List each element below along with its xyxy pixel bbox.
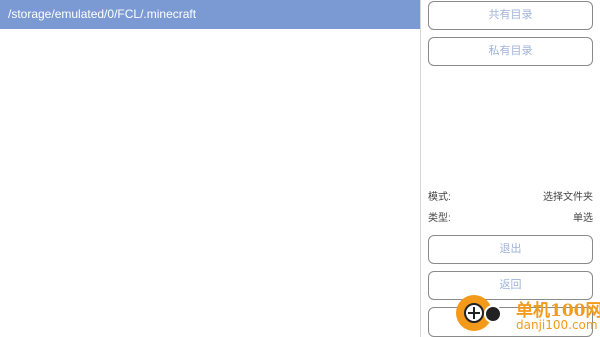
action-panel: 共有目录 私有目录 模式: 选择文件夹 类型: 单选 退出 返回 bbox=[421, 0, 600, 337]
mode-value: 选择文件夹 bbox=[543, 192, 593, 203]
type-label: 类型: bbox=[428, 213, 451, 224]
type-value: 单选 bbox=[573, 213, 593, 224]
current-path-item[interactable]: /storage/emulated/0/FCL/.minecraft bbox=[0, 0, 420, 29]
dot-icon bbox=[484, 305, 502, 323]
mode-label: 模式: bbox=[428, 192, 451, 203]
shared-directory-button[interactable]: 共有目录 bbox=[428, 1, 593, 30]
mode-row: 模式: 选择文件夹 bbox=[428, 188, 593, 204]
file-list-pane: /storage/emulated/0/FCL/.minecraft bbox=[0, 0, 420, 337]
type-row: 类型: 单选 bbox=[428, 209, 593, 225]
exit-button[interactable]: 退出 bbox=[428, 235, 593, 264]
plus-icon bbox=[464, 303, 484, 323]
private-directory-button[interactable]: 私有目录 bbox=[428, 37, 593, 66]
site-watermark: 单机100网 danji100.com bbox=[446, 291, 600, 337]
watermark-domain: danji100.com bbox=[516, 318, 598, 332]
